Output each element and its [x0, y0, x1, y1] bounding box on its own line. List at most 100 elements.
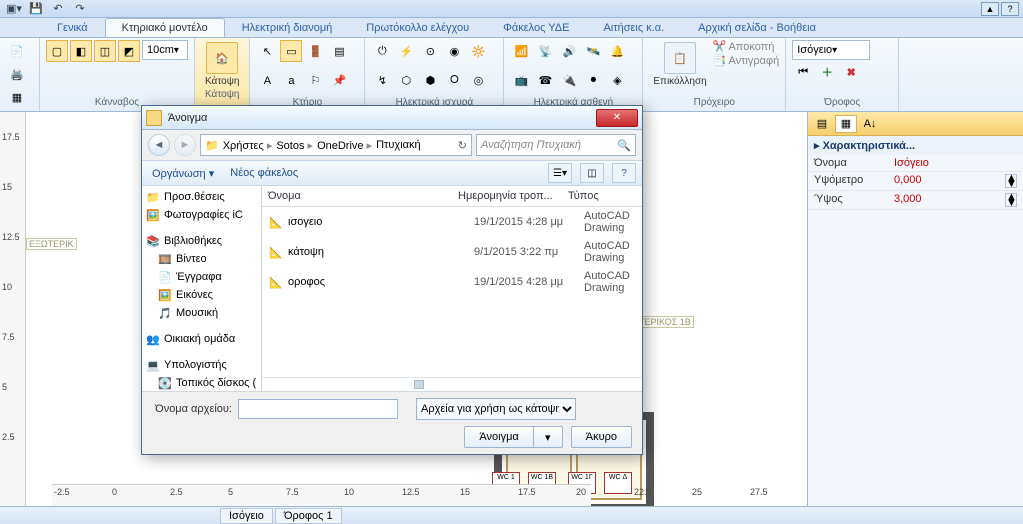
weak1-icon[interactable]: 📶 — [510, 40, 532, 62]
floor-delete-icon[interactable]: ✖ — [840, 61, 862, 83]
open-button[interactable]: Άνοιγμα — [464, 426, 532, 448]
weak6-icon[interactable]: 📺 — [510, 70, 532, 92]
bg2-icon[interactable]: ◧ — [70, 40, 92, 62]
sheet-tab-floor1[interactable]: Όροφος 1 — [275, 508, 342, 524]
tree-item-localdisk[interactable]: 💽Τοπικός δίσκος ( — [142, 374, 261, 391]
open-dropdown-button[interactable]: ▾ — [533, 426, 563, 448]
file-filter-dropdown[interactable]: Αρχεία για χρήση ως κάτοψη — [416, 398, 576, 420]
strong10-icon[interactable]: ◎ — [467, 70, 489, 92]
nav-tree[interactable]: 📁Προσ.θέσεις 🖼️Φωτογραφίες iC 📚Βιβλιοθήκ… — [142, 186, 262, 391]
cancel-button[interactable]: Άκυρο — [571, 426, 632, 448]
breadcrumb[interactable]: OneDrive — [317, 139, 372, 152]
spinner[interactable]: ▲▼ — [1005, 193, 1017, 207]
nav-forward-button[interactable]: ► — [174, 134, 196, 156]
breadcrumb[interactable]: Sotos — [276, 139, 313, 152]
weak4-icon[interactable]: 🛰️ — [582, 40, 604, 62]
dialog-close-button[interactable]: ✕ — [596, 109, 638, 127]
dialog-help-button[interactable]: ? — [612, 163, 636, 183]
col-date[interactable]: Ημερομηνία τροπ... — [458, 190, 568, 202]
tree-item-music[interactable]: 🎵Μουσική — [142, 304, 261, 322]
strong4-icon[interactable]: ◉ — [443, 40, 465, 62]
file-row[interactable]: 📐 κάτοψη 9/1/2015 3:22 πμ AutoCAD Drawin… — [262, 237, 642, 267]
floor-prev-icon[interactable]: ⏮ — [792, 61, 814, 83]
breadcrumb[interactable]: Χρήστες — [223, 139, 273, 152]
tree-item-libraries[interactable]: 📚Βιβλιοθήκες — [142, 232, 261, 250]
nav-back-button[interactable]: ◄ — [148, 134, 170, 156]
new-folder-button[interactable]: Νέος φάκελος — [226, 165, 302, 181]
sheet-tab-ground[interactable]: Ισόγειο — [220, 508, 273, 524]
new-icon[interactable]: 📄 — [6, 40, 28, 62]
qat-save-icon[interactable]: 💾 — [26, 2, 46, 16]
strong1-icon[interactable]: ⏻ — [371, 40, 393, 62]
prop-row-name[interactable]: Όνομα Ισόγειο — [808, 155, 1023, 172]
prop-view1-icon[interactable]: ▤ — [811, 115, 833, 133]
tree-item-video[interactable]: 🎞️Βίντεο — [142, 250, 261, 268]
tab-yde[interactable]: Φάκελος ΥΔΕ — [486, 18, 586, 37]
tab-requests[interactable]: Αιτήσεις κ.α. — [586, 18, 681, 37]
strong6-icon[interactable]: ↯ — [371, 70, 393, 92]
floorplan-button[interactable]: 🏠 Κάτοψη — [201, 40, 243, 89]
window-icon[interactable]: ▤ — [328, 40, 350, 62]
grid-icon[interactable]: ▦ — [6, 86, 28, 108]
wall-icon[interactable]: ▭ — [280, 40, 302, 62]
app-menu-button[interactable]: ▣▾ — [4, 2, 24, 16]
text-a-icon[interactable]: A — [256, 70, 278, 92]
file-list-scrollbar[interactable] — [262, 377, 642, 391]
tab-home-help[interactable]: Αρχική σελίδα - Βοήθεια — [681, 18, 833, 37]
text-small-a-icon[interactable]: a — [280, 70, 302, 92]
address-bar[interactable]: 📁 Χρήστες Sotos OneDrive Πτυχιακή ↻ — [200, 134, 472, 156]
prop-sort-icon[interactable]: A↓ — [859, 115, 881, 133]
cut-button[interactable]: ✂️Αποκοπή — [713, 40, 780, 53]
breadcrumb[interactable]: Πτυχιακή — [376, 139, 421, 151]
col-type[interactable]: Τύπος — [568, 190, 636, 202]
tab-protocol[interactable]: Πρωτόκολλο ελέγχου — [349, 18, 486, 37]
grid-size-dropdown[interactable]: 10cm ▾ — [142, 40, 188, 60]
strong9-icon[interactable]: ⭘ — [443, 70, 465, 92]
copy-button[interactable]: 📑Αντιγραφή — [713, 54, 780, 67]
help-button[interactable]: ? — [1001, 2, 1019, 16]
weak9-icon[interactable]: ⏺ — [582, 70, 604, 92]
flag-icon[interactable]: ⚐ — [304, 70, 326, 92]
view-mode-button[interactable]: ☰▾ — [548, 163, 572, 183]
prop-row-elevation[interactable]: Υψόμετρο 0,000 ▲▼ — [808, 172, 1023, 191]
floor-add-icon[interactable]: ＋ — [816, 61, 838, 83]
file-row[interactable]: 📐 ισογειο 19/1/2015 4:28 μμ AutoCAD Draw… — [262, 207, 642, 237]
preview-pane-button[interactable]: ◫ — [580, 163, 604, 183]
weak7-icon[interactable]: ☎ — [534, 70, 556, 92]
tree-item-images[interactable]: 🖼️Εικόνες — [142, 286, 261, 304]
paste-button[interactable]: 📋 Επικόλληση — [649, 40, 710, 89]
weak8-icon[interactable]: 🔌 — [558, 70, 580, 92]
refresh-icon[interactable]: ↻ — [458, 139, 467, 152]
tree-item-homegroup[interactable]: 👥Οικιακή ομάδα — [142, 330, 261, 348]
strong3-icon[interactable]: ⊙ — [419, 40, 441, 62]
tree-item[interactable]: 🖼️Φωτογραφίες iC — [142, 206, 261, 224]
qat-undo-icon[interactable]: ↶ — [48, 2, 68, 16]
prop-view2-icon[interactable]: ▦ — [835, 115, 857, 133]
col-name[interactable]: Όνομα — [268, 190, 458, 202]
strong7-icon[interactable]: ⬡ — [395, 70, 417, 92]
tab-general[interactable]: Γενικά — [40, 18, 105, 37]
file-row[interactable]: 📐 οροφος 19/1/2015 4:28 μμ AutoCAD Drawi… — [262, 267, 642, 297]
strong5-icon[interactable]: 🔆 — [467, 40, 489, 62]
tree-item-computer[interactable]: 💻Υπολογιστής — [142, 356, 261, 374]
spinner[interactable]: ▲▼ — [1005, 174, 1017, 188]
open-button-split[interactable]: Άνοιγμα ▾ — [464, 426, 562, 448]
tree-item[interactable]: 📁Προσ.θέσεις — [142, 188, 261, 206]
weak10-icon[interactable]: ◈ — [606, 70, 628, 92]
filename-input[interactable] — [238, 399, 398, 419]
floor-dropdown[interactable]: Ισόγειο ▾ — [792, 40, 870, 60]
weak2-icon[interactable]: 📡 — [534, 40, 556, 62]
file-list-header[interactable]: Όνομα Ημερομηνία τροπ... Τύπος — [262, 186, 642, 207]
search-input[interactable]: Αναζήτηση Πτυχιακή 🔍 — [476, 134, 636, 156]
tree-item-docs[interactable]: 📄Έγγραφα — [142, 268, 261, 286]
organize-button[interactable]: Οργάνωση ▾ — [148, 165, 218, 182]
print-icon[interactable]: 🖨️ — [6, 63, 28, 85]
tab-building-model[interactable]: Κτηριακό μοντέλο — [105, 18, 225, 37]
cursor-icon[interactable]: ↖ — [256, 40, 278, 62]
bg3-icon[interactable]: ◫ — [94, 40, 116, 62]
strong2-icon[interactable]: ⚡ — [395, 40, 417, 62]
prop-row-height[interactable]: Ύψος 3,000 ▲▼ — [808, 191, 1023, 210]
help-icon[interactable]: ▲ — [981, 2, 999, 16]
weak5-icon[interactable]: 🔔 — [606, 40, 628, 62]
pin-icon[interactable]: 📌 — [328, 70, 350, 92]
